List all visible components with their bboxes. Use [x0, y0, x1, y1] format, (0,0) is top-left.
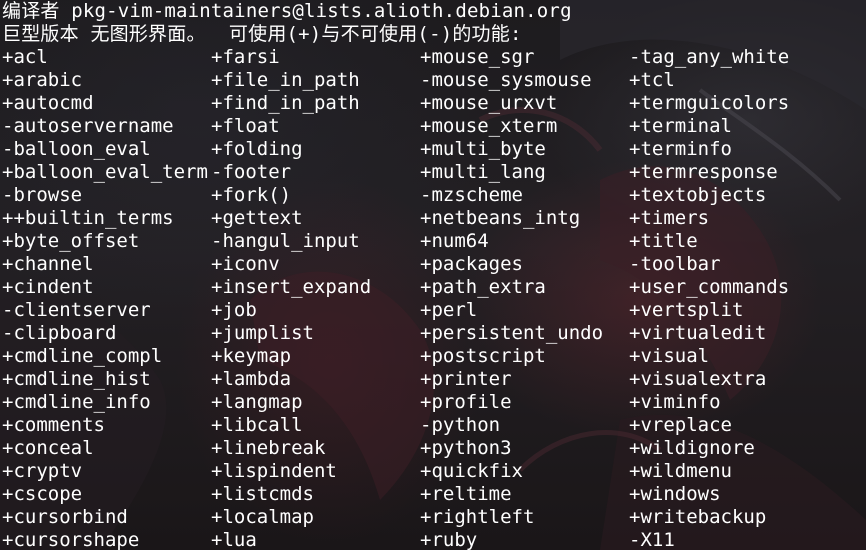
feature-item: +comments	[2, 414, 105, 436]
feature-item: +autocmd	[2, 92, 94, 114]
feature-item: -clipboard	[2, 322, 117, 344]
feature-item: -footer	[211, 161, 292, 183]
feature-item: +vreplace	[629, 414, 732, 436]
feature-item: +num64	[420, 230, 489, 252]
feature-item: +title	[629, 230, 698, 252]
feature-item: +viminfo	[629, 391, 721, 413]
feature-item: +terminfo	[629, 138, 732, 160]
feature-item: +multi_lang	[420, 161, 546, 183]
feature-item: +ruby	[420, 529, 478, 550]
maintainer-line: 编译者 pkg-vim-maintainers@lists.alioth.deb…	[2, 0, 572, 22]
feature-item: -clientserver	[2, 299, 151, 321]
feature-item: +folding	[211, 138, 303, 160]
feature-item: +linebreak	[211, 437, 326, 459]
feature-item: +acl	[2, 46, 48, 68]
feature-item: +lambda	[211, 368, 292, 390]
feature-item: +iconv	[211, 253, 280, 275]
feature-item: -autoservername	[2, 115, 174, 137]
feature-item: +textobjects	[629, 184, 767, 206]
feature-item: +quickfix	[420, 460, 523, 482]
feature-item: +cmdline_compl	[2, 345, 163, 367]
feature-item: +cindent	[2, 276, 94, 298]
feature-item: +libcall	[211, 414, 303, 436]
feature-item: +postscript	[420, 345, 546, 367]
feature-item: +packages	[420, 253, 523, 275]
feature-item: +tcl	[629, 69, 675, 91]
feature-item: +lua	[211, 529, 257, 550]
feature-list: +acl +farsi +mouse_sgr -tag_any_white +arabi…	[2, 46, 866, 550]
feature-item: +cscope	[2, 483, 83, 505]
feature-item: -python	[420, 414, 501, 436]
feature-item: +channel	[2, 253, 94, 275]
feature-item: +python3	[420, 437, 512, 459]
feature-item: +insert_expand	[211, 276, 372, 298]
terminal-output: 编译者 pkg-vim-maintainers@lists.alioth.deb…	[2, 0, 866, 550]
feature-item: +reltime	[420, 483, 512, 505]
feature-item: +gettext	[211, 207, 303, 229]
feature-item: +file_in_path	[211, 69, 360, 91]
feature-item: -mzscheme	[420, 184, 523, 206]
feature-item: +arabic	[2, 69, 83, 91]
feature-item: +rightleft	[420, 506, 535, 528]
feature-item: +vertsplit	[629, 299, 744, 321]
feature-item: -toolbar	[629, 253, 721, 275]
feature-item: +job	[211, 299, 257, 321]
feature-item: +langmap	[211, 391, 303, 413]
feature-item: +profile	[420, 391, 512, 413]
feature-item: +balloon_eval_term	[2, 161, 208, 183]
feature-item: +cmdline_hist	[2, 368, 151, 390]
feature-item: -X11	[629, 529, 675, 550]
feature-item: +farsi	[211, 46, 280, 68]
feature-item: +cmdline_info	[2, 391, 151, 413]
feature-item: -balloon_eval	[2, 138, 151, 160]
terminal-window[interactable]: 编译者 pkg-vim-maintainers@lists.alioth.deb…	[0, 0, 866, 550]
feature-item: +netbeans_intg	[420, 207, 581, 229]
feature-item: +mouse_sgr	[420, 46, 535, 68]
feature-item: -mouse_sysmouse	[420, 69, 592, 91]
feature-item: +windows	[629, 483, 721, 505]
feature-item: +writebackup	[629, 506, 767, 528]
feature-item: +byte_offset	[2, 230, 140, 252]
feature-item: +path_extra	[420, 276, 546, 298]
feature-item: +wildmenu	[629, 460, 732, 482]
feature-item: +terminal	[629, 115, 732, 137]
feature-item: +mouse_xterm	[420, 115, 558, 137]
feature-item: -tag_any_white	[629, 46, 790, 68]
feature-item: +cursorshape	[2, 529, 140, 550]
feature-item: +wildignore	[629, 437, 755, 459]
feature-item: +localmap	[211, 506, 314, 528]
feature-item: +float	[211, 115, 280, 137]
feature-item: +perl	[420, 299, 478, 321]
feature-item: +multi_byte	[420, 138, 546, 160]
feature-item: +persistent_undo	[420, 322, 604, 344]
feature-item: +cursorbind	[2, 506, 128, 528]
feature-item: +virtualedit	[629, 322, 767, 344]
feature-item: +termresponse	[629, 161, 778, 183]
feature-item: -browse	[2, 184, 83, 206]
feature-item: +visual	[629, 345, 710, 367]
feature-item: +lispindent	[211, 460, 337, 482]
feature-item: -hangul_input	[211, 230, 360, 252]
feature-item: +jumplist	[211, 322, 314, 344]
feature-item: +mouse_urxvt	[420, 92, 558, 114]
feature-item: +timers	[629, 207, 710, 229]
feature-item: +termguicolors	[629, 92, 790, 114]
feature-item: +listcmds	[211, 483, 314, 505]
feature-item: ++builtin_terms	[2, 207, 174, 229]
feature-item: +cryptv	[2, 460, 83, 482]
features-header: 巨型版本 无图形界面。 可使用(+)与不可使用(-)的功能:	[2, 23, 522, 45]
feature-item: +keymap	[211, 345, 292, 367]
feature-item: +find_in_path	[211, 92, 360, 114]
feature-item: +fork()	[211, 184, 292, 206]
feature-item: +printer	[420, 368, 512, 390]
feature-item: +user_commands	[629, 276, 790, 298]
feature-item: +visualextra	[629, 368, 767, 390]
feature-item: +conceal	[2, 437, 94, 459]
